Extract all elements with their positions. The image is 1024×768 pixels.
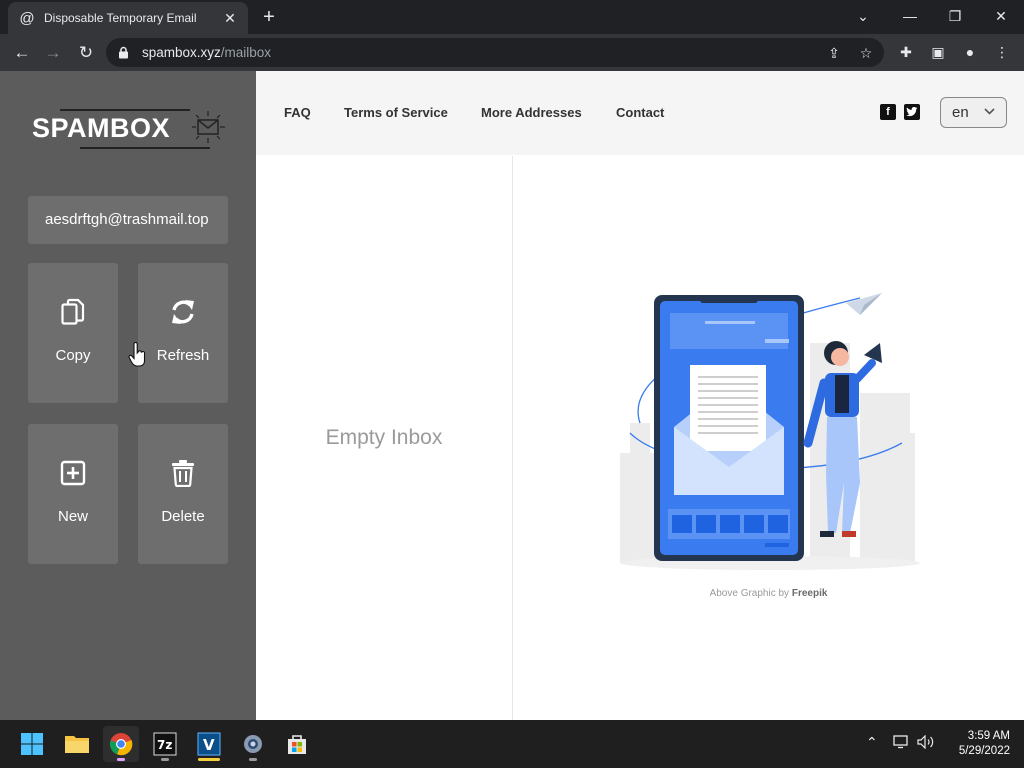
plus-square-icon [28, 456, 118, 490]
delete-label: Delete [161, 508, 205, 525]
chevron-down-icon [984, 98, 995, 127]
spambox-logo[interactable]: SPAMBOX [30, 107, 230, 151]
page-content: SPAMBOX aesdrftgh@trashmail.top Copy Ref… [0, 71, 1024, 720]
refresh-icon [138, 295, 228, 329]
browser-tab[interactable]: @ Disposable Temporary Email ✕ [8, 2, 248, 34]
nav-contact[interactable]: Contact [616, 105, 664, 120]
refresh-label: Refresh [156, 347, 210, 364]
credit-prefix: Above Graphic by [709, 588, 790, 599]
logo-text: SPAMBOX [32, 113, 171, 143]
hand-cursor-icon [128, 342, 146, 367]
site-header: FAQ Terms of Service More Addresses Cont… [256, 71, 1024, 155]
volume-icon[interactable] [917, 734, 935, 752]
refresh-button[interactable]: Refresh [138, 263, 228, 403]
at-sign-icon: @ [19, 9, 35, 27]
language-select[interactable]: en [940, 97, 1007, 128]
address-bar[interactable]: spambox.xyz/mailbox [106, 38, 884, 67]
browser-toolbar: ← → ↻ spambox.xyz/mailbox ⇪ ☆ ✚ ▣ ● ⋮ [0, 34, 1024, 71]
tab-title: Disposable Temporary Email [44, 11, 197, 25]
illustration-credit: Above Graphic by Freepik [513, 588, 1024, 599]
lock-icon [118, 46, 132, 59]
bookmark-star-icon[interactable]: ☆ [855, 44, 877, 62]
microsoft-store-icon[interactable] [279, 726, 315, 762]
language-value: en [952, 104, 969, 121]
running-indicator [161, 758, 169, 761]
tray-chevron-up-icon[interactable]: ⌃ [866, 734, 878, 751]
running-indicator [249, 758, 257, 761]
tab-search-chevron-icon[interactable]: ⌄ [843, 4, 883, 28]
clock-time: 3:59 AM [967, 730, 1010, 742]
visual-studio-code-v-icon[interactable]: V [191, 726, 227, 762]
copy-icon [28, 295, 118, 329]
empty-inbox-text: Empty Inbox [325, 426, 443, 449]
7zip-icon[interactable]: 7z [147, 726, 183, 762]
menu-kebab-icon[interactable]: ⋮ [990, 40, 1014, 64]
windows-start-icon[interactable] [14, 726, 50, 762]
new-tab-button[interactable]: + [258, 6, 280, 28]
profile-icon[interactable]: ● [958, 40, 982, 64]
minimize-button[interactable]: — [890, 4, 930, 28]
reload-button[interactable]: ↻ [73, 40, 99, 66]
inbox-divider [512, 156, 513, 720]
logo-line [60, 109, 190, 111]
copy-button[interactable]: Copy [28, 263, 118, 403]
sidebar: SPAMBOX aesdrftgh@trashmail.top Copy Ref… [0, 71, 256, 720]
file-explorer-icon[interactable] [59, 726, 95, 762]
nav-more-addresses[interactable]: More Addresses [481, 105, 582, 120]
nav-faq[interactable]: FAQ [284, 105, 311, 120]
trash-icon [138, 456, 228, 490]
forward-button[interactable]: → [40, 40, 66, 66]
phone-illustration [620, 293, 920, 570]
settings-gear-icon[interactable] [235, 726, 271, 762]
credit-link[interactable]: Freepik [792, 588, 828, 599]
twitter-icon[interactable] [904, 104, 920, 120]
running-indicator [198, 758, 220, 761]
share-icon[interactable]: ⇪ [823, 44, 845, 62]
close-window-button[interactable]: ✕ [981, 4, 1021, 28]
active-indicator [117, 758, 125, 761]
new-button[interactable]: New [28, 424, 118, 564]
back-button[interactable]: ← [9, 40, 35, 66]
tab-close-icon[interactable]: ✕ [222, 10, 238, 27]
chrome-icon[interactable] [103, 726, 139, 762]
system-clock[interactable]: 3:59 AM 5/29/2022 [944, 729, 1010, 759]
extensions-icon[interactable]: ✚ [894, 40, 918, 64]
new-label: New [57, 508, 88, 525]
nav-terms-of-service[interactable]: Terms of Service [344, 105, 448, 120]
logo-line [80, 147, 210, 149]
clock-date: 5/29/2022 [958, 745, 1010, 757]
side-panel-icon[interactable]: ▣ [926, 40, 950, 64]
email-address-field[interactable]: aesdrftgh@trashmail.top [28, 196, 228, 244]
facebook-icon[interactable]: f [880, 104, 896, 120]
delete-button[interactable]: Delete [138, 424, 228, 564]
restore-button[interactable]: ❐ [935, 4, 975, 28]
svg-text:V: V [203, 736, 215, 754]
url-path: /mailbox [220, 45, 272, 60]
browser-titlebar: @ Disposable Temporary Email ✕ + ⌄ — ❐ ✕ [0, 0, 1024, 34]
svg-text:7z: 7z [157, 738, 172, 752]
url-host: spambox.xyz [142, 45, 221, 60]
envelope-burst-icon [192, 111, 225, 143]
copy-label: Copy [55, 347, 91, 364]
windows-taskbar: 7z V ⌃ 3:59 AM 5/29/2022 [0, 720, 1024, 768]
network-icon[interactable] [893, 735, 909, 752]
